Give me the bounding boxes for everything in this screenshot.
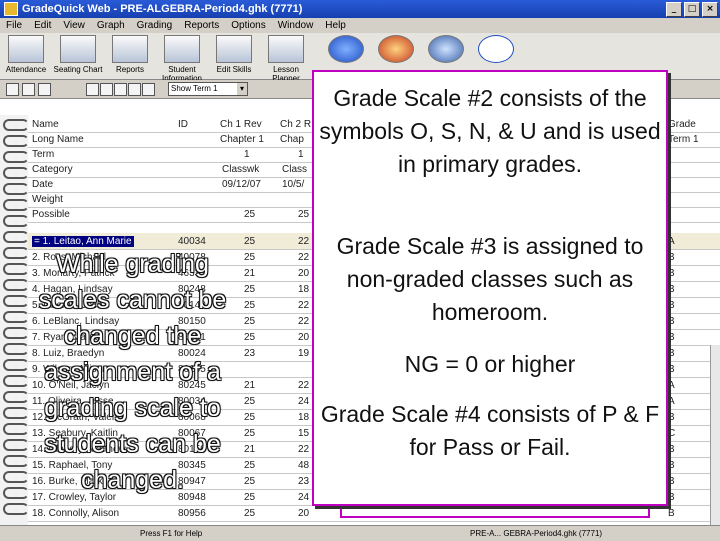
tool-icon[interactable] xyxy=(142,83,155,96)
status-help-text: Press F1 for Help xyxy=(140,529,203,538)
toolbar-attendance-button[interactable]: Attendance xyxy=(0,35,52,74)
window-title: GradeQuick Web - PRE-ALGEBRA-Period4.ghk… xyxy=(22,3,303,15)
toolbar-globe-button[interactable] xyxy=(320,35,372,65)
tool-icon[interactable] xyxy=(38,83,51,96)
menu-graph[interactable]: Graph xyxy=(91,20,131,31)
toolbar-ets-button[interactable] xyxy=(470,35,522,65)
tool-icon[interactable] xyxy=(22,83,35,96)
maximize-button[interactable]: □ xyxy=(684,2,700,17)
status-bar: Press F1 for Help PRE-A... GEBRA-Period4… xyxy=(0,525,720,541)
callout-ng-note: NG = 0 or higher xyxy=(404,351,576,377)
edit-skills-icon xyxy=(216,35,252,63)
seating-chart-icon xyxy=(60,35,96,63)
toolbar-seating-chart-button[interactable]: Seating Chart xyxy=(52,35,104,74)
menu-grading[interactable]: Grading xyxy=(131,20,179,31)
callout-scale-2: Grade Scale #2 consists of the symbols O… xyxy=(319,85,661,177)
window-titlebar: GradeQuick Web - PRE-ALGEBRA-Period4.ghk… xyxy=(0,0,720,18)
menu-bar: File Edit View Graph Grading Reports Opt… xyxy=(0,18,720,33)
reports-icon xyxy=(112,35,148,63)
status-file-text: PRE-A... GEBRA-Period4.ghk (7771) xyxy=(470,529,603,538)
globe-icon xyxy=(328,35,364,63)
menu-help[interactable]: Help xyxy=(319,20,352,31)
toolbar-user-button[interactable] xyxy=(420,35,472,65)
toolbar-lesson-planner-button[interactable]: Lesson Planner xyxy=(260,35,312,83)
toolbar-student-info-button[interactable]: Student Information xyxy=(156,35,208,83)
web-icon xyxy=(378,35,414,63)
toolbar-web-button[interactable] xyxy=(370,35,422,65)
menu-window[interactable]: Window xyxy=(272,20,320,31)
tool-icon[interactable] xyxy=(86,83,99,96)
grading-scale-note: While grading scales cannot be changed t… xyxy=(38,250,227,494)
tool-icon[interactable] xyxy=(114,83,127,96)
menu-reports[interactable]: Reports xyxy=(178,20,225,31)
calendar-icon xyxy=(8,35,44,63)
menu-file[interactable]: File xyxy=(0,20,28,31)
tool-icon[interactable] xyxy=(6,83,19,96)
student-info-icon xyxy=(164,35,200,63)
tool-icon[interactable] xyxy=(100,83,113,96)
lesson-planner-icon xyxy=(268,35,304,63)
term-select[interactable]: Show Term 1 xyxy=(168,82,248,96)
menu-view[interactable]: View xyxy=(57,20,91,31)
toolbar-reports-button[interactable]: Reports xyxy=(104,35,156,74)
vertical-scrollbar[interactable] xyxy=(710,345,720,525)
menu-edit[interactable]: Edit xyxy=(28,20,57,31)
tool-icon[interactable] xyxy=(128,83,141,96)
menu-options[interactable]: Options xyxy=(225,20,271,31)
gradequick-app-icon xyxy=(4,2,18,16)
toolbar-edit-skills-button[interactable]: Edit Skills xyxy=(208,35,260,74)
ets-logo-icon xyxy=(478,35,514,63)
callout-scale-3: Grade Scale #3 is assigned to non-graded… xyxy=(336,233,644,325)
close-button[interactable]: × xyxy=(702,2,718,17)
callout-scale-4: Grade Scale #4 consists of P & F for Pas… xyxy=(320,401,660,460)
grade-scale-callout: Grade Scale #2 consists of the symbols O… xyxy=(312,70,668,506)
user-icon xyxy=(428,35,464,63)
minimize-button[interactable]: _ xyxy=(666,2,682,17)
